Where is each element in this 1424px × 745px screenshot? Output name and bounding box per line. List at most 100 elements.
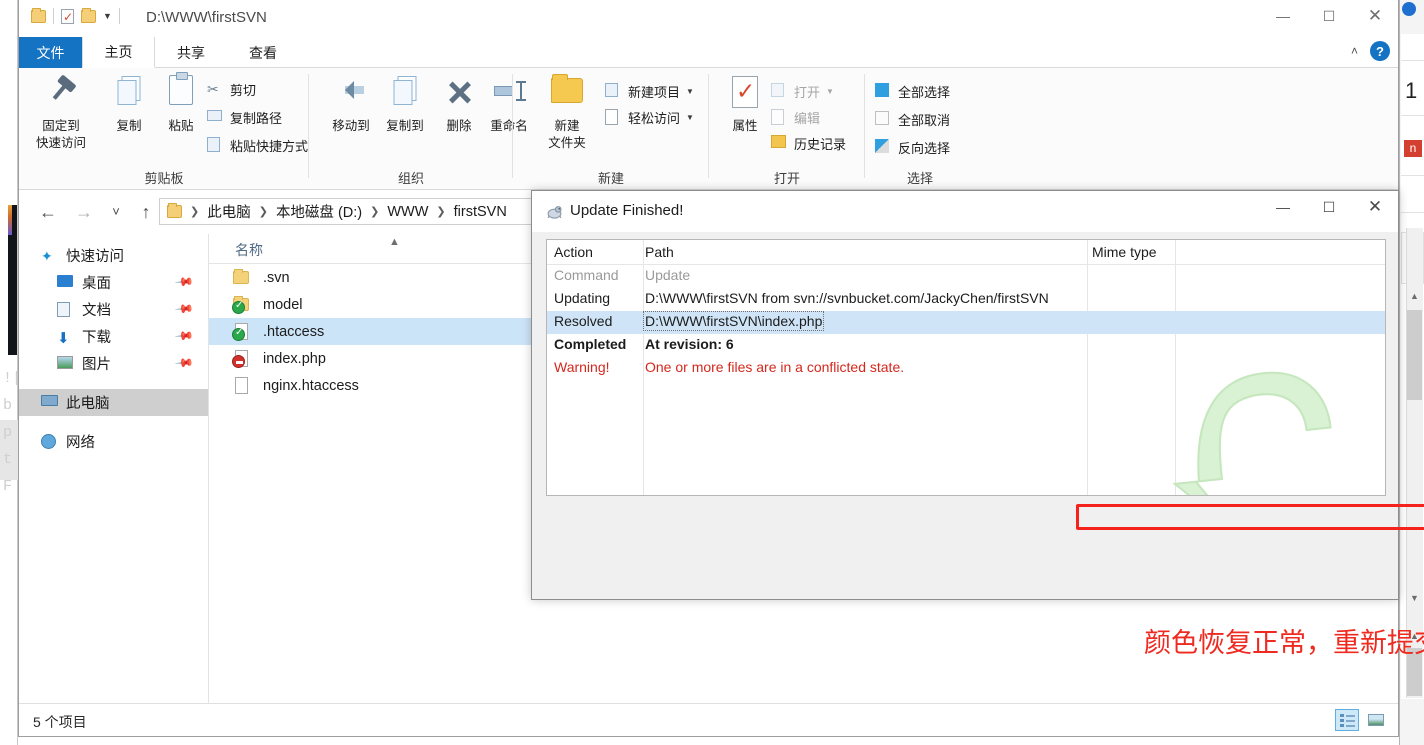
sidebar-item-label: 文档 bbox=[82, 303, 111, 319]
ribbon-new-item[interactable]: 新建项目 ▼ bbox=[605, 82, 694, 101]
new-folder-icon[interactable] bbox=[81, 7, 96, 23]
pictures-icon bbox=[57, 356, 74, 371]
forward-button[interactable]: → bbox=[73, 201, 95, 223]
file-name: .htaccess bbox=[263, 323, 325, 340]
label: 反向选择 bbox=[898, 141, 951, 156]
group-title: 打开 bbox=[773, 171, 800, 186]
sidebar-item-pictures[interactable]: 图片 📌 bbox=[19, 350, 208, 377]
table-row[interactable]: Command Update bbox=[547, 265, 1385, 288]
sidebar-item-this-pc[interactable]: 此电脑 bbox=[19, 389, 208, 416]
sidebar-item-downloads[interactable]: ⬇ 下载 📌 bbox=[19, 323, 208, 350]
breadcrumb-item-firstsvn[interactable]: firstSVN bbox=[450, 204, 511, 220]
tab-file[interactable]: 文件 bbox=[19, 37, 82, 68]
background-right-scroll-thumb[interactable] bbox=[1407, 310, 1422, 400]
ribbon-paste[interactable]: 粘贴 bbox=[149, 72, 213, 135]
file-icon bbox=[233, 376, 253, 395]
column-header-path[interactable]: Path bbox=[645, 244, 674, 260]
ribbon-pin-to-quick-access[interactable]: 固定到 快速访问 bbox=[29, 74, 93, 152]
help-icon[interactable]: ? bbox=[1370, 41, 1390, 61]
dialog-window-controls: — ☐ ✕ bbox=[1260, 191, 1398, 223]
row-action: Updating bbox=[554, 290, 611, 306]
breadcrumb-separator: ❯ bbox=[370, 206, 380, 218]
table-row-selected[interactable]: Resolved D:\WWW\firstSVN\index.php bbox=[547, 311, 1385, 334]
large-icons-view-button[interactable] bbox=[1364, 709, 1388, 731]
dialog-close-button[interactable]: ✕ bbox=[1352, 191, 1398, 223]
network-icon bbox=[41, 434, 58, 449]
ribbon-cut[interactable]: ✂ 剪切 bbox=[207, 80, 256, 99]
annotation-highlight-box bbox=[1076, 504, 1424, 530]
ribbon-properties[interactable]: 属性 bbox=[713, 74, 777, 135]
ribbon-edit[interactable]: 编辑 bbox=[771, 108, 820, 127]
divider bbox=[53, 8, 54, 24]
chevron-down-icon[interactable]: ▼ bbox=[686, 87, 694, 96]
label: 粘贴快捷方式 bbox=[230, 139, 309, 154]
svn-normal-overlay-icon bbox=[232, 300, 245, 314]
row-action: Warning! bbox=[554, 359, 610, 375]
ribbon-easy-access[interactable]: 轻松访问 ▼ bbox=[605, 108, 694, 127]
properties-icon[interactable]: ✓ bbox=[61, 8, 74, 24]
ribbon-group-new: 新建 文件夹 新建项目 ▼ 轻松访问 ▼ 新建 bbox=[513, 68, 709, 189]
ribbon-copy-path[interactable]: 复制路径 bbox=[207, 108, 282, 127]
ribbon-new-folder[interactable]: 新建 文件夹 bbox=[535, 74, 599, 152]
chevron-down-icon[interactable]: ▼ bbox=[103, 11, 112, 21]
label: 固定到 bbox=[42, 119, 80, 133]
ribbon-group-organize: 移动到 复制到 删除 重命名 组织 bbox=[309, 68, 528, 189]
breadcrumb-item-www[interactable]: WWW bbox=[383, 204, 432, 220]
minimize-button[interactable]: — bbox=[1260, 0, 1306, 32]
chevron-down-icon[interactable]: ▼ bbox=[686, 113, 694, 122]
column-header-mime-type[interactable]: Mime type bbox=[1092, 244, 1157, 260]
sidebar-item-documents[interactable]: 文档 📌 bbox=[19, 296, 208, 323]
ribbon-invert-selection[interactable]: 反向选择 bbox=[875, 138, 950, 157]
this-pc-icon bbox=[41, 395, 58, 410]
ribbon-paste-shortcut[interactable]: 粘贴快捷方式 bbox=[207, 136, 308, 155]
collapse-ribbon-icon[interactable]: ˄ bbox=[1351, 44, 1358, 58]
pin-icon[interactable]: 📌 bbox=[174, 353, 194, 373]
window-controls: — ☐ ✕ bbox=[1260, 0, 1398, 32]
easy-access-icon bbox=[605, 109, 622, 126]
ribbon-history[interactable]: 历史记录 bbox=[771, 134, 846, 153]
label: 历史记录 bbox=[794, 137, 847, 152]
ribbon-select-none[interactable]: 全部取消 bbox=[875, 110, 950, 129]
ribbon-group-select: 全部选择 全部取消 反向选择 选择 bbox=[865, 68, 975, 189]
tab-view[interactable]: 查看 bbox=[227, 37, 299, 68]
sidebar-item-network[interactable]: 网络 bbox=[19, 428, 208, 455]
new-folder-icon bbox=[535, 74, 599, 114]
pin-icon[interactable]: 📌 bbox=[174, 326, 194, 346]
pin-icon[interactable]: 📌 bbox=[174, 299, 194, 319]
open-icon bbox=[771, 83, 788, 100]
maximize-button[interactable]: ☐ bbox=[1306, 0, 1352, 32]
breadcrumb-item-this-pc[interactable]: 此电脑 bbox=[203, 201, 255, 222]
breadcrumb-item-drive-d[interactable]: 本地磁盘 (D:) bbox=[272, 201, 366, 222]
dialog-maximize-button[interactable]: ☐ bbox=[1306, 191, 1352, 223]
sidebar-item-desktop[interactable]: 桌面 📌 bbox=[19, 269, 208, 296]
tab-share[interactable]: 共享 bbox=[155, 37, 227, 68]
back-button[interactable]: ← bbox=[37, 201, 59, 223]
up-button[interactable]: ↑ bbox=[135, 201, 157, 223]
file-name: nginx.htaccess bbox=[263, 377, 359, 394]
table-row[interactable]: Updating D:\WWW\firstSVN from svn://svnb… bbox=[547, 288, 1385, 311]
log-list[interactable]: Action Path Mime type Command Update Upd… bbox=[546, 239, 1386, 496]
tab-home[interactable]: 主页 bbox=[82, 37, 155, 68]
ribbon-tabs: 文件 主页 共享 查看 ˄ ? bbox=[19, 37, 1398, 68]
details-view-button[interactable] bbox=[1335, 709, 1359, 731]
folder-icon[interactable] bbox=[31, 7, 46, 23]
ribbon-body: 固定到 快速访问 复制 粘贴 ✂ 剪切 复制路径 粘贴快捷方式 剪贴板 移动到 … bbox=[19, 68, 1398, 190]
column-header-action[interactable]: Action bbox=[554, 244, 593, 260]
close-button[interactable]: ✕ bbox=[1352, 0, 1398, 32]
ribbon-open[interactable]: 打开 ▼ bbox=[771, 82, 834, 101]
file-name: index.php bbox=[263, 350, 326, 367]
sidebar-item-quick-access[interactable]: ✦ 快速访问 bbox=[19, 242, 208, 269]
column-header-name[interactable]: 名称 bbox=[235, 240, 263, 260]
dialog-minimize-button[interactable]: — bbox=[1260, 191, 1306, 223]
svn-normal-overlay-icon bbox=[232, 327, 245, 341]
label: 轻松访问 bbox=[628, 111, 681, 126]
sort-ascending-icon: ▲ bbox=[389, 236, 400, 248]
row-action: Completed bbox=[554, 336, 627, 352]
ribbon-select-all[interactable]: 全部选择 bbox=[875, 82, 950, 101]
label: 属性 bbox=[732, 119, 758, 133]
file-icon bbox=[232, 349, 253, 368]
chevron-down-icon[interactable]: ▼ bbox=[826, 87, 834, 96]
recent-locations-button[interactable]: ˅ bbox=[105, 201, 127, 223]
pin-icon[interactable]: 📌 bbox=[174, 272, 194, 292]
window-title-path: D:\WWW\firstSVN bbox=[146, 9, 267, 26]
